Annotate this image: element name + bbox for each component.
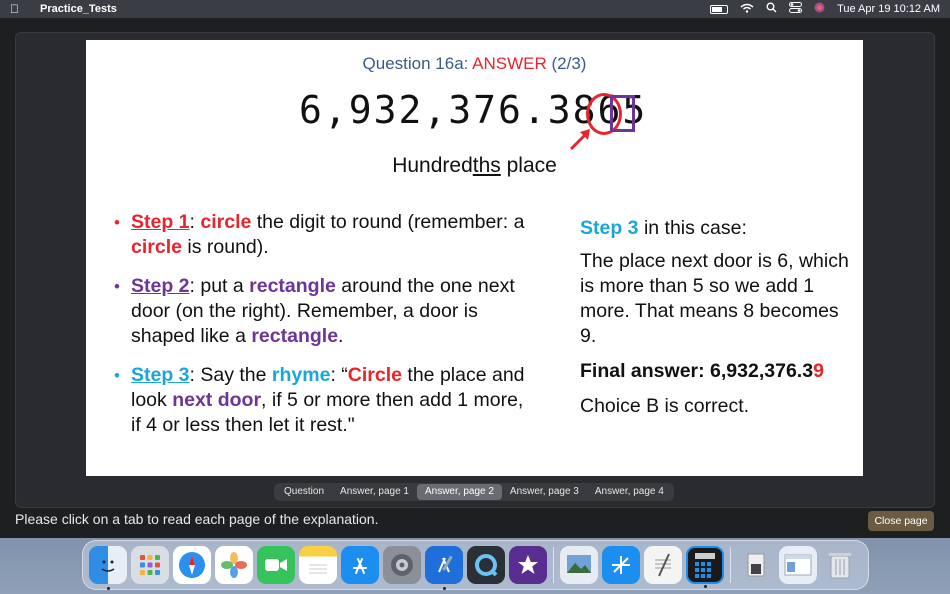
- dock-separator: [730, 547, 731, 583]
- status-area: Tue Apr 19 10:12 AM: [710, 2, 940, 16]
- rectangle-highlight: [610, 95, 635, 132]
- tab-answer-page-1[interactable]: Answer, page 1: [332, 484, 417, 500]
- wifi-icon[interactable]: [740, 3, 754, 16]
- title-answer-label: ANSWER: [472, 54, 547, 73]
- facetime-icon[interactable]: [257, 546, 295, 584]
- calculator-icon[interactable]: [686, 546, 724, 588]
- tab-question[interactable]: Question: [276, 484, 332, 500]
- close-page-button[interactable]: Close page: [868, 511, 934, 531]
- notes-icon[interactable]: [299, 546, 337, 584]
- choice-text: Choice B is correct.: [580, 395, 750, 417]
- place-underlined: ths: [472, 154, 501, 177]
- step-text: : Say the: [189, 364, 272, 386]
- step-text: is round).: [181, 236, 269, 258]
- control-center-icon[interactable]: [789, 2, 803, 16]
- step-keyword: rectangle: [251, 325, 339, 347]
- place-prefix: Hundred: [392, 154, 473, 177]
- safari-icon[interactable]: [173, 546, 211, 584]
- apple-icon[interactable]: : [10, 2, 30, 16]
- quicktime-icon[interactable]: [467, 546, 505, 584]
- final-answer-prefix: Final answer: 6,932,376.3: [580, 360, 814, 382]
- arrow-icon: [569, 129, 590, 151]
- battery-icon[interactable]: [710, 4, 729, 14]
- final-answer-digit: 9: [813, 360, 824, 382]
- menu-clock[interactable]: Tue Apr 19 10:12 AM: [837, 3, 940, 15]
- step-keyword: rectangle: [249, 275, 336, 297]
- step-text: : put a: [189, 275, 250, 297]
- search-icon[interactable]: [766, 2, 777, 16]
- title-page-count: (2/3): [546, 54, 587, 73]
- step-keyword: Circle: [347, 364, 402, 386]
- place-suffix: place: [500, 154, 557, 177]
- step3-title: Step 3 in this case:: [580, 216, 850, 241]
- siri-icon[interactable]: [814, 2, 825, 16]
- tab-answer-page-2[interactable]: Answer, page 2: [416, 484, 502, 500]
- app-name-menu[interactable]: Practice_Tests: [40, 3, 117, 15]
- dock-separator: [553, 547, 554, 583]
- step-text: .: [338, 325, 344, 347]
- step3-label: Step 3: [580, 217, 639, 239]
- tab-answer-page-4[interactable]: Answer, page 4: [587, 484, 672, 500]
- finder-icon[interactable]: [89, 546, 127, 590]
- system-preferences-icon[interactable]: [383, 546, 421, 584]
- explanation-slide: Question 16a: ANSWER (2/3) 6,932,376.386…: [86, 40, 863, 476]
- launchpad-icon[interactable]: [131, 546, 169, 584]
- scanner-icon[interactable]: [737, 546, 775, 584]
- step-text: :: [189, 211, 201, 233]
- step-label: Step 3: [131, 364, 190, 386]
- step-label: Step 1: [131, 211, 190, 233]
- step-1: • Step 1: circle the digit to round (rem…: [114, 210, 534, 260]
- bullet-icon: •: [114, 213, 120, 232]
- step-keyword: rhyme: [271, 364, 331, 386]
- step-keyword: next door: [172, 389, 262, 411]
- step-text: : “: [330, 364, 348, 386]
- dock: [82, 540, 869, 590]
- step-text: the digit to round (remember: a: [251, 211, 525, 233]
- step-3: • Step 3: Say the rhyme: “Circle the pla…: [114, 363, 534, 438]
- step3-title-rest: in this case:: [638, 217, 747, 239]
- page-tabs: Question Answer, page 1 Answer, page 2 A…: [274, 483, 674, 501]
- textedit-icon[interactable]: [644, 546, 682, 584]
- photos-icon[interactable]: [215, 546, 253, 584]
- running-indicator: [106, 587, 110, 590]
- preview-icon[interactable]: [560, 546, 598, 584]
- title-question: Question 16a:: [362, 54, 473, 73]
- menu-bar:  Practice_Tests Tue Apr 19 10:12 AM: [0, 0, 950, 18]
- bullet-icon: •: [114, 366, 120, 385]
- step-2: • Step 2: put a rectangle around the one…: [114, 274, 534, 349]
- place-value-label: Hundredths place: [86, 154, 863, 178]
- app-store-icon[interactable]: [341, 546, 379, 584]
- tab-answer-page-3[interactable]: Answer, page 3: [502, 484, 587, 500]
- step3-body: The place next door is 6, which is more …: [580, 250, 849, 347]
- bullet-icon: •: [114, 277, 120, 296]
- step-label: Step 2: [131, 275, 190, 297]
- finder-window-icon[interactable]: [779, 546, 817, 584]
- trash-icon[interactable]: [821, 546, 859, 584]
- app-window: Question 16a: ANSWER (2/3) 6,932,376.386…: [0, 18, 950, 538]
- step-keyword: circle: [200, 211, 252, 233]
- imovie-icon[interactable]: [509, 546, 547, 584]
- running-indicator: [703, 585, 707, 588]
- final-answer: Final answer: 6,932,376.39: [580, 359, 850, 384]
- xcode-icon[interactable]: [425, 546, 463, 590]
- slide-title: Question 16a: ANSWER (2/3): [86, 54, 863, 74]
- step-keyword: circle: [131, 236, 182, 258]
- step3-explanation: Step 3 in this case: The place next door…: [580, 216, 850, 419]
- steps-list: • Step 1: circle the digit to round (rem…: [114, 210, 534, 452]
- testflight-icon[interactable]: [602, 546, 640, 584]
- instruction-text: Please click on a tab to read each page …: [15, 511, 379, 527]
- running-indicator: [442, 587, 446, 590]
